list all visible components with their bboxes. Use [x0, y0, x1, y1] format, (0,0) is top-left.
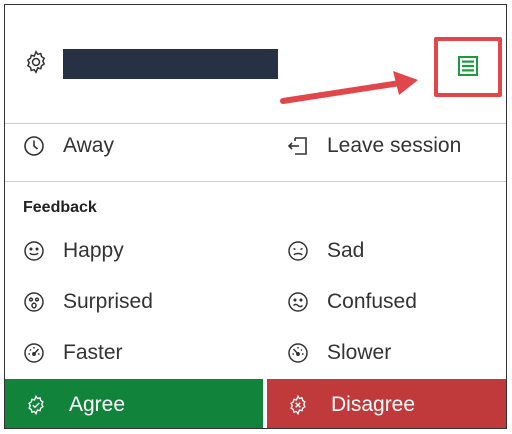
divider	[5, 181, 506, 182]
feedback-slower-button[interactable]: Slower	[287, 341, 391, 365]
agree-label: Agree	[69, 393, 126, 416]
feedback-happy-button[interactable]: Happy	[23, 239, 124, 263]
disagree-badge-icon	[287, 394, 309, 416]
feedback-confused-button[interactable]: Confused	[287, 290, 417, 314]
feedback-label: Sad	[327, 239, 365, 262]
feedback-label: Faster	[63, 341, 123, 364]
exit-door-icon	[287, 135, 309, 157]
feedback-label: Surprised	[63, 290, 153, 313]
disagree-label: Disagree	[331, 393, 416, 416]
feedback-label: Confused	[327, 290, 417, 313]
feedback-label: Slower	[327, 341, 392, 364]
agree-button[interactable]: Agree	[5, 379, 263, 428]
confused-face-icon	[287, 291, 309, 313]
feedback-surprised-button[interactable]: Surprised	[23, 290, 153, 314]
session-panel: Away Leave session Feedback Happy Sad Su…	[4, 4, 507, 429]
feedback-label: Happy	[63, 239, 124, 262]
away-label: Away	[63, 134, 114, 157]
feedback-faster-button[interactable]: Faster	[23, 341, 123, 365]
session-name-redacted	[63, 49, 278, 79]
clock-icon	[23, 135, 45, 157]
faster-gauge-icon	[23, 342, 45, 364]
happy-face-icon	[23, 240, 45, 262]
away-button[interactable]: Away	[23, 134, 114, 158]
agree-badge-icon	[25, 394, 47, 416]
feedback-sad-button[interactable]: Sad	[287, 239, 364, 263]
divider	[5, 123, 506, 124]
disagree-button[interactable]: Disagree	[267, 379, 506, 428]
slower-gauge-icon	[287, 342, 309, 364]
leave-session-button[interactable]: Leave session	[287, 134, 461, 158]
surprised-face-icon	[23, 291, 45, 313]
feedback-section-title: Feedback	[23, 199, 97, 216]
list-menu-icon[interactable]	[457, 55, 479, 77]
gear-icon[interactable]	[23, 49, 49, 75]
annotation-arrow-icon	[280, 71, 418, 104]
sad-face-icon	[287, 240, 309, 262]
leave-session-label: Leave session	[327, 134, 462, 157]
panel-header	[5, 5, 506, 123]
